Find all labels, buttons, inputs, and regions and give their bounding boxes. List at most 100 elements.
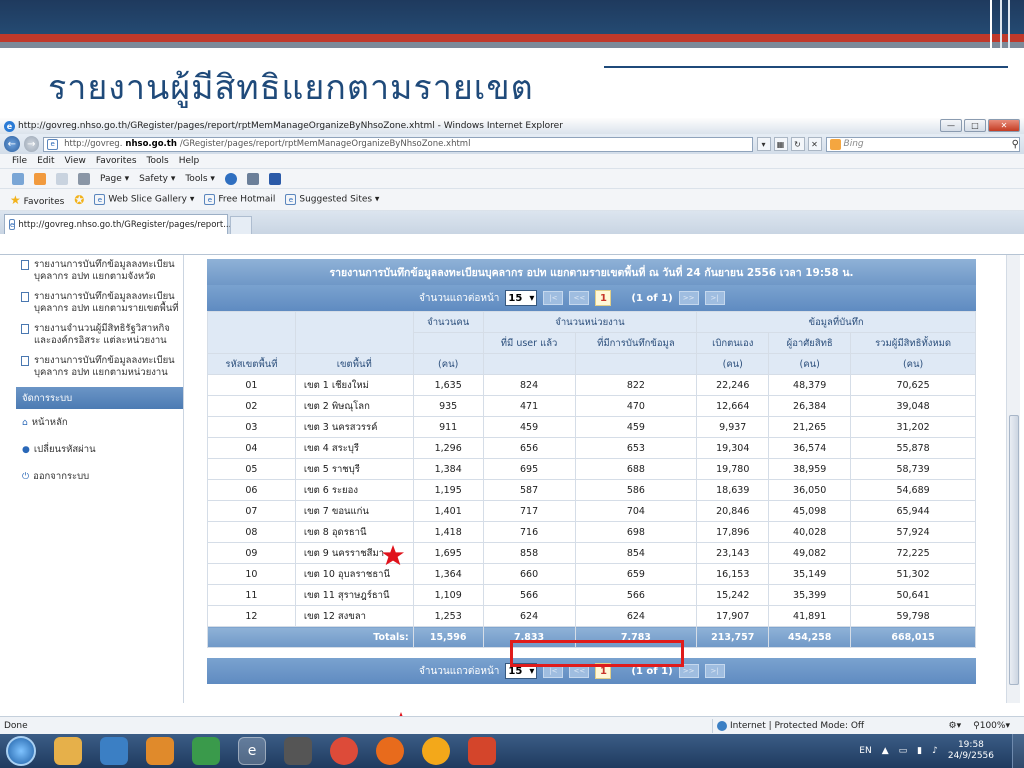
first-page-button[interactable]: |< [543, 291, 564, 305]
menu-tools[interactable]: Tools [147, 156, 169, 166]
last-page-button[interactable]: >| [704, 291, 725, 305]
tray-expand-icon[interactable]: ▲ [882, 746, 889, 756]
chevron-down-icon: ▾ [529, 292, 535, 304]
cell-units-with-user: 459 [482, 416, 576, 438]
mail-icon[interactable] [56, 172, 68, 185]
cell-total-rights: 72,225 [850, 542, 976, 564]
sidebar-item-report-by-unit[interactable]: รายงานการบันทึกข้อมูลลงทะเบียนบุคลากร อป… [16, 351, 183, 383]
fav-free-hotmail[interactable]: e Free Hotmail [204, 194, 275, 205]
status-zoom: ⚙▾ ⚲100%▾ [949, 719, 1010, 733]
bluetooth-icon[interactable] [268, 172, 281, 185]
home-icon[interactable] [12, 172, 24, 185]
sidebar-link-change-password[interactable]: ● เปลี่ยนรหัสผ่าน [16, 436, 183, 463]
prev-page-button[interactable]: << [569, 291, 590, 305]
close-button[interactable]: ✕ [988, 119, 1020, 132]
header-units-recorded: ที่มีการบันทึกข้อมูล [574, 332, 698, 354]
rows-per-page-select[interactable]: 15 ▾ [505, 290, 538, 306]
current-page[interactable]: 1 [595, 290, 612, 306]
menu-help[interactable]: Help [179, 156, 200, 166]
cell-people: 1,253 [412, 605, 484, 627]
dropdown-arrow-icon[interactable]: ▾ [756, 137, 771, 151]
scrollbar-thumb[interactable] [1009, 415, 1019, 685]
cell-dependents: 40,028 [768, 521, 852, 543]
next-page-button[interactable]: >> [678, 291, 699, 305]
back-button[interactable]: ← [4, 136, 20, 152]
sidebar-item-report-by-province[interactable]: รายงานการบันทึกข้อมูลลงทะเบียนบุคลากร อป… [16, 255, 183, 287]
add-favorite-icon[interactable]: ✪ [74, 193, 84, 207]
safety-menu[interactable]: Safety ▾ [139, 174, 175, 184]
tray-volume-icon[interactable]: ♪ [932, 746, 938, 756]
menu-file[interactable]: File [12, 156, 27, 166]
minimize-button[interactable]: — [940, 119, 962, 132]
url-input[interactable]: e http://govreg. nhso.go.th/GRegister/pag… [43, 136, 753, 152]
cell-self-pay: 19,304 [696, 437, 770, 459]
cell-units-recorded: 566 [574, 584, 698, 606]
fav-web-slice[interactable]: e Web Slice Gallery ▾ [94, 194, 194, 205]
sidebar-link-home[interactable]: ⌂ หน้าหลัก [16, 409, 183, 436]
firefox-icon[interactable] [376, 737, 404, 765]
sidebar-item-report-state-enterprise[interactable]: รายงานจำนวนผู้มีสิทธิรัฐวิสาหกิจ และองค์… [16, 319, 183, 351]
report-panel: รายงานการบันทึกข้อมูลลงทะเบียนบุคลากร อป… [207, 259, 976, 684]
media-player-icon[interactable] [100, 737, 128, 765]
menu-view[interactable]: View [65, 156, 86, 166]
refresh-icon[interactable]: ↻ [790, 137, 805, 151]
app-icon[interactable] [422, 737, 450, 765]
explorer-icon[interactable] [54, 737, 82, 765]
table-row: 06 เขต 6 ระยอง 1,195 587 586 18,639 36,050 54,6… [207, 479, 976, 501]
last-page-button[interactable]: >| [704, 664, 725, 678]
chrome-icon[interactable] [330, 737, 358, 765]
cell-total-rights: 58,739 [850, 458, 976, 480]
security-zone-label: Internet | Protected Mode: Off [730, 721, 865, 731]
help-icon[interactable] [224, 172, 237, 185]
slide-title: รายงานผู้มีสิทธิแยกตามรายเขต [48, 68, 534, 108]
search-icon[interactable]: ⚲ [1012, 139, 1019, 150]
forward-button[interactable]: → [23, 136, 40, 152]
tray-device-icon[interactable]: ▭ [899, 746, 908, 756]
menu-edit[interactable]: Edit [37, 156, 54, 166]
clock[interactable]: 19:58 24/9/2556 [948, 740, 994, 762]
start-button[interactable] [6, 736, 36, 766]
cell-zone-name: เขต 2 พิษณุโลก [294, 395, 414, 417]
zoom-button[interactable]: ⚲100%▾ [973, 721, 1010, 731]
compatibility-icon[interactable]: ▦ [773, 137, 788, 151]
security-zone[interactable]: Internet | Protected Mode: Off [712, 719, 864, 733]
page-menu[interactable]: Page ▾ [100, 174, 129, 184]
sidebar-link-label: เปลี่ยนรหัสผ่าน [33, 444, 96, 455]
stop-icon[interactable]: ✕ [807, 137, 822, 151]
feeds-icon[interactable] [34, 172, 46, 185]
rows-per-page-label: จำนวนแถวต่อหน้า [419, 665, 500, 677]
show-desktop-button[interactable] [1012, 734, 1024, 768]
powerpoint-icon[interactable] [468, 737, 496, 765]
cell-dependents: 21,265 [768, 416, 852, 438]
maximize-button[interactable]: □ [964, 119, 986, 132]
language-indicator[interactable]: EN [859, 746, 871, 756]
paint-icon[interactable] [146, 737, 174, 765]
new-tab-button[interactable] [230, 216, 252, 234]
menu-favorites[interactable]: Favorites [96, 156, 137, 166]
url-tools: ▾ ▦ ↻ ✕ [756, 137, 822, 151]
rows-per-page-value: 15 [508, 665, 523, 677]
favorites-button[interactable]: ★ Favorites [10, 193, 64, 207]
network-icon[interactable] [192, 737, 220, 765]
cell-total-rights: 54,689 [850, 479, 976, 501]
cell-zone-name: เขต 12 สงขลา [294, 605, 414, 627]
unit-person: (คน) [850, 353, 976, 375]
cell-people: 1,635 [412, 374, 484, 396]
cell-zone-code: 10 [207, 563, 296, 585]
vertical-scrollbar[interactable] [1006, 255, 1020, 703]
settings-icon[interactable]: ⚙▾ [949, 721, 962, 731]
sidebar-item-report-by-zone[interactable]: รายงานการบันทึกข้อมูลลงทะเบียนบุคลากร อป… [16, 287, 183, 319]
media-icon[interactable] [284, 737, 312, 765]
internet-explorer-icon[interactable]: e [238, 737, 266, 765]
tab-report[interactable]: e http://govreg.nhso.go.th/GRegister/pag… [4, 214, 231, 234]
sidebar-link-logout[interactable]: ⏻ ออกจากระบบ [16, 463, 183, 490]
search-input[interactable]: Bing ⚲ [825, 136, 1020, 152]
url-host: nhso.go.th [125, 139, 177, 149]
tools-menu[interactable]: Tools ▾ [185, 174, 215, 184]
tray-network-icon[interactable]: ▮ [917, 746, 922, 756]
research-icon[interactable] [246, 172, 259, 185]
page-icon: e [204, 194, 216, 205]
fav-web-slice-label: Web Slice Gallery ▾ [108, 194, 195, 205]
print-icon[interactable] [78, 172, 90, 185]
fav-suggested-sites[interactable]: e Suggested Sites ▾ [285, 194, 379, 205]
